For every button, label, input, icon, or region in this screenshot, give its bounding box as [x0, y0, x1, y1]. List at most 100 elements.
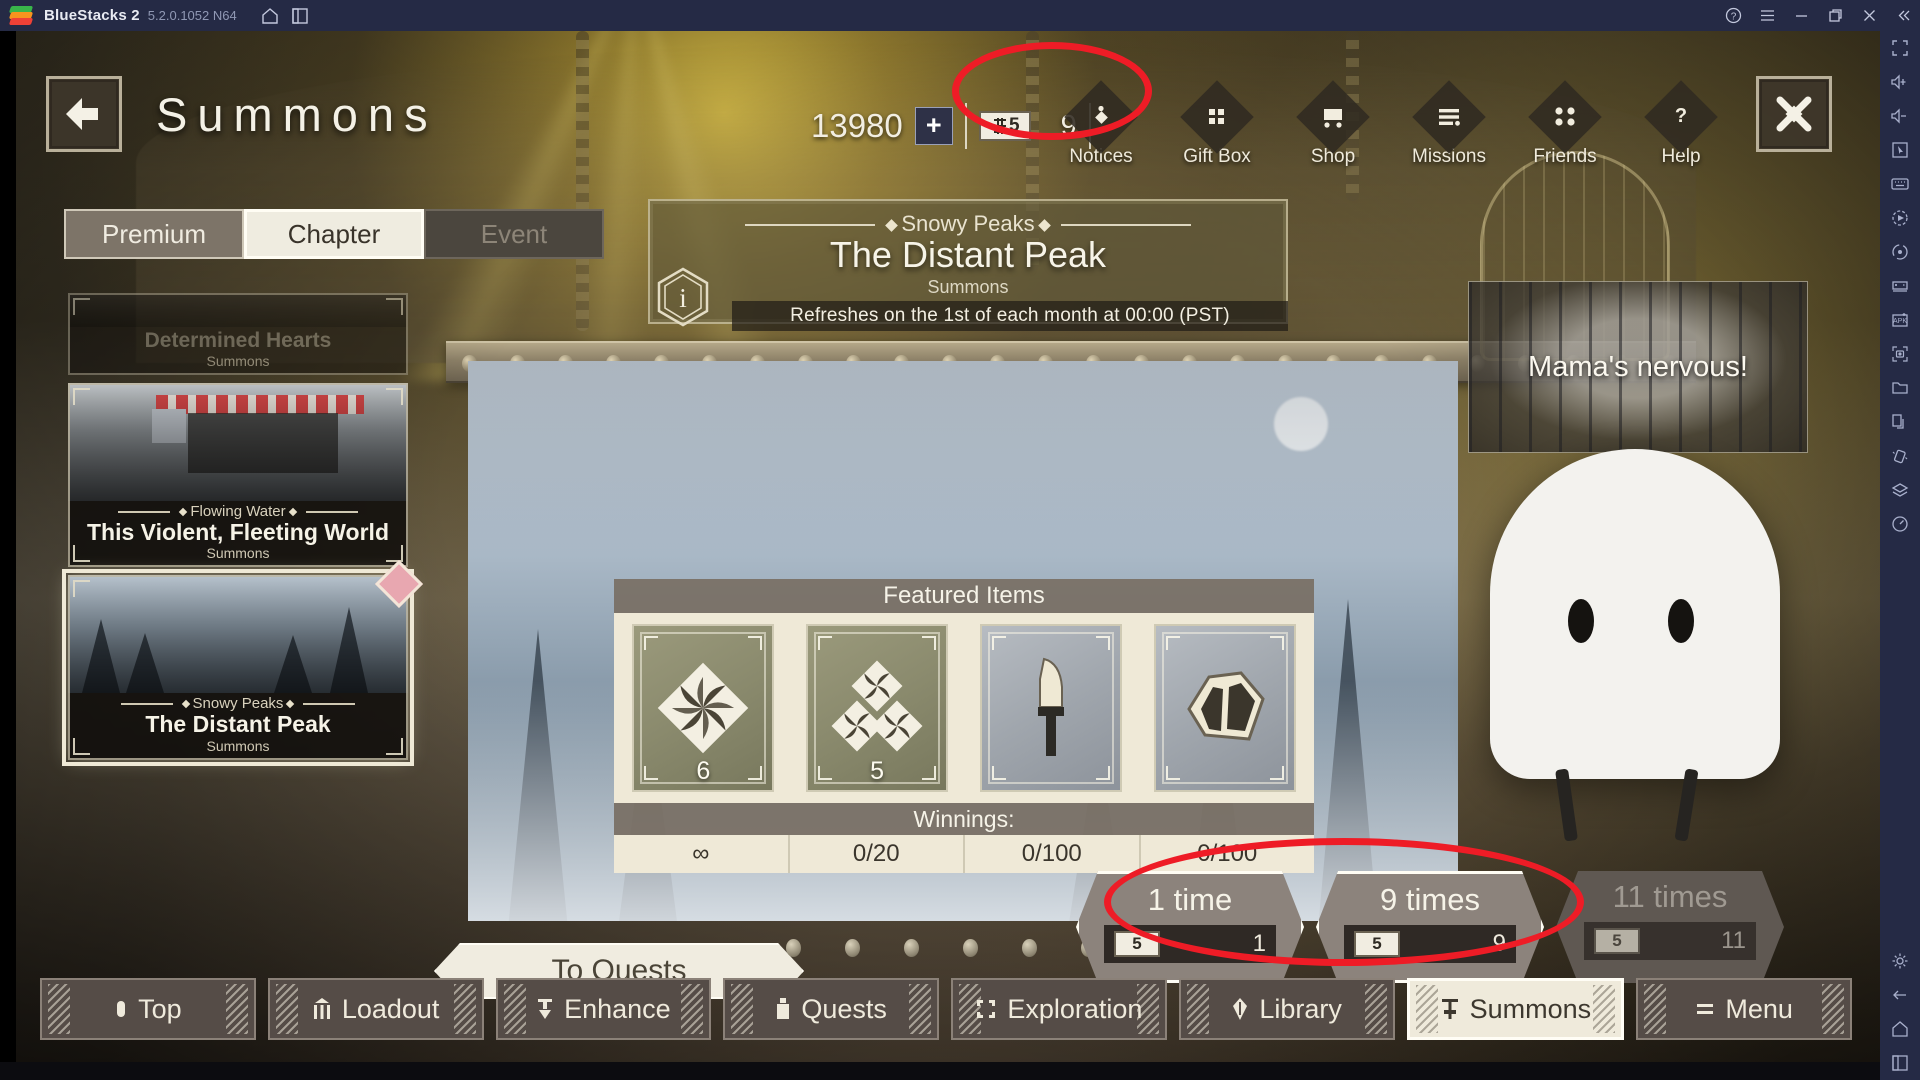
summon-ticket-icon: 5	[1594, 928, 1640, 954]
media-folder-icon[interactable]	[1880, 371, 1920, 405]
svg-text:?: ?	[1730, 12, 1736, 23]
shop-icon	[1296, 80, 1370, 154]
multi-instance-icon[interactable]	[285, 0, 315, 31]
home-icon[interactable]	[1880, 1012, 1920, 1046]
menu-icon	[1697, 1004, 1714, 1014]
volume-down-icon[interactable]	[1880, 99, 1920, 133]
summon-cost-value: 11	[1721, 927, 1746, 954]
summon-ticket-icon: 5	[978, 111, 1031, 141]
banner-title: The Distant Peak	[829, 234, 1107, 275]
emulator-sidebar: APK	[1880, 31, 1920, 1080]
bottom-nav-quests[interactable]: Quests	[723, 978, 939, 1040]
bottom-nav-exploration[interactable]: Exploration	[951, 978, 1167, 1040]
banner-refresh-note: Refreshes on the 1st of each month at 00…	[732, 301, 1288, 331]
topnav-item-help[interactable]: ? Help	[1638, 80, 1724, 168]
bottom-nav-enhance[interactable]: Enhance	[495, 978, 712, 1040]
bottom-nav-menu[interactable]: Menu	[1636, 978, 1852, 1040]
hamburger-menu-icon[interactable]	[1750, 0, 1784, 31]
tab-premium[interactable]: Premium	[64, 209, 244, 259]
bottom-nav-label: Menu	[1725, 993, 1793, 1024]
game-controls-icon[interactable]	[1880, 269, 1920, 303]
keyboard-icon[interactable]	[1880, 167, 1920, 201]
svg-text:i: i	[679, 283, 687, 313]
bottom-nav-top[interactable]: Top	[40, 978, 256, 1040]
layers-icon[interactable]	[1880, 473, 1920, 507]
gift-box-icon	[1180, 80, 1254, 154]
banner-caption: Snowy Peaks The Distant Peak Summons	[68, 693, 408, 761]
featured-item-cell[interactable]	[967, 618, 1136, 798]
tab-label: Chapter	[287, 218, 381, 249]
settings-gear-icon[interactable]	[1880, 944, 1920, 978]
banner-art	[68, 575, 408, 694]
banner-card-determined-hearts[interactable]: Determined Hearts Summons	[68, 293, 408, 375]
winnings-heading: Winnings:	[614, 803, 1314, 835]
summon-1-time-button[interactable]: 1 time 5 1	[1076, 871, 1304, 983]
page-title: Summons	[156, 88, 438, 141]
banner-caption: Flowing Water This Violent, Fleeting Wor…	[68, 500, 408, 568]
featured-item-cell[interactable]	[1140, 618, 1309, 798]
help-icon[interactable]: ?	[1716, 0, 1750, 31]
help-question-icon: ?	[1644, 80, 1718, 154]
close-screen-button[interactable]	[1756, 76, 1832, 152]
summon-cost: 5 9	[1344, 925, 1516, 963]
summon-buttons: 1 time 5 1 9 times 5 9 11 times 5 11	[1076, 871, 1784, 983]
back-arrow-icon[interactable]	[1880, 978, 1920, 1012]
bottom-nav-library[interactable]: Library	[1178, 978, 1395, 1040]
item-card	[1153, 624, 1296, 792]
summon-11-times-button[interactable]: 11 times 5 11	[1556, 871, 1784, 983]
banner-type-tabs: Premium Chapter Event	[64, 209, 604, 259]
banner-card-title: The Distant Peak	[145, 711, 331, 738]
close-icon[interactable]	[1852, 0, 1886, 31]
banner-card-kind: Summons	[206, 352, 270, 369]
recent-apps-icon[interactable]	[1880, 1046, 1920, 1080]
multi-instance-icon[interactable]	[1880, 405, 1920, 439]
featured-item-cell[interactable]: 5	[793, 618, 962, 798]
bottom-nav-loadout[interactable]: Loadout	[267, 978, 484, 1040]
record-macro-icon[interactable]	[1880, 201, 1920, 235]
add-gems-button[interactable]: +	[914, 107, 953, 145]
emulator-app-name: BlueStacks 2	[44, 7, 140, 24]
topnav-item-missions[interactable]: Missions	[1406, 80, 1492, 168]
screenshot-icon[interactable]	[1880, 337, 1920, 371]
banner-card-this-violent-fleeting-world[interactable]: Flowing Water This Violent, Fleeting Wor…	[68, 382, 408, 568]
home-icon[interactable]	[255, 0, 285, 31]
tab-chapter[interactable]: Chapter	[244, 209, 424, 259]
bluestacks-logo-icon	[8, 5, 34, 26]
rotate-icon[interactable]	[1880, 235, 1920, 269]
banner-card-chapter: Flowing Water	[190, 502, 286, 520]
featured-item-cell[interactable]: 6	[619, 618, 788, 798]
banner-list: Determined Hearts Summons Flowing Water …	[62, 293, 424, 768]
tab-event[interactable]: Event	[424, 209, 604, 259]
restore-icon[interactable]	[1818, 0, 1852, 31]
ghost-eye	[1568, 599, 1594, 643]
banner-kind: Summons	[927, 277, 1009, 297]
summon-9-times-button[interactable]: 9 times 5 9	[1316, 871, 1544, 983]
ghost-mascot	[1490, 449, 1820, 879]
summon-cost: 5 1	[1104, 925, 1276, 963]
screen-root: Summons 13980 + 5 9 Notices Gift Box Sho…	[0, 0, 1920, 1080]
item-quantity: 5	[870, 757, 885, 785]
back-button[interactable]	[46, 76, 122, 152]
banner-card-kind: Summons	[206, 738, 270, 755]
banner-info-button[interactable]: i	[656, 267, 710, 327]
install-apk-icon[interactable]: APK	[1880, 303, 1920, 337]
collapse-icon[interactable]	[1886, 0, 1920, 31]
shake-icon[interactable]	[1880, 439, 1920, 473]
minimize-icon[interactable]	[1784, 0, 1818, 31]
banner-card-the-distant-peak[interactable]: Snowy Peaks The Distant Peak Summons	[62, 560, 424, 767]
svg-text:?: ?	[1675, 105, 1687, 127]
notices-diamond-icon	[1064, 80, 1138, 154]
bottom-nav-label: Enhance	[564, 993, 671, 1024]
banner-art	[68, 293, 408, 327]
topnav-item-shop[interactable]: Shop	[1290, 80, 1376, 168]
enhance-icon	[538, 999, 553, 1019]
fullscreen-icon[interactable]	[1880, 31, 1920, 65]
cursor-icon[interactable]	[1880, 133, 1920, 167]
topnav-item-friends[interactable]: Friends	[1522, 80, 1608, 168]
ticket-glyph-icon	[993, 118, 1006, 134]
topnav-item-gift-box[interactable]: Gift Box	[1174, 80, 1260, 168]
volume-up-icon[interactable]	[1880, 65, 1920, 99]
bottom-nav-summons[interactable]: Summons	[1406, 978, 1625, 1040]
performance-icon[interactable]	[1880, 507, 1920, 541]
topnav-item-notices[interactable]: Notices	[1058, 80, 1144, 168]
